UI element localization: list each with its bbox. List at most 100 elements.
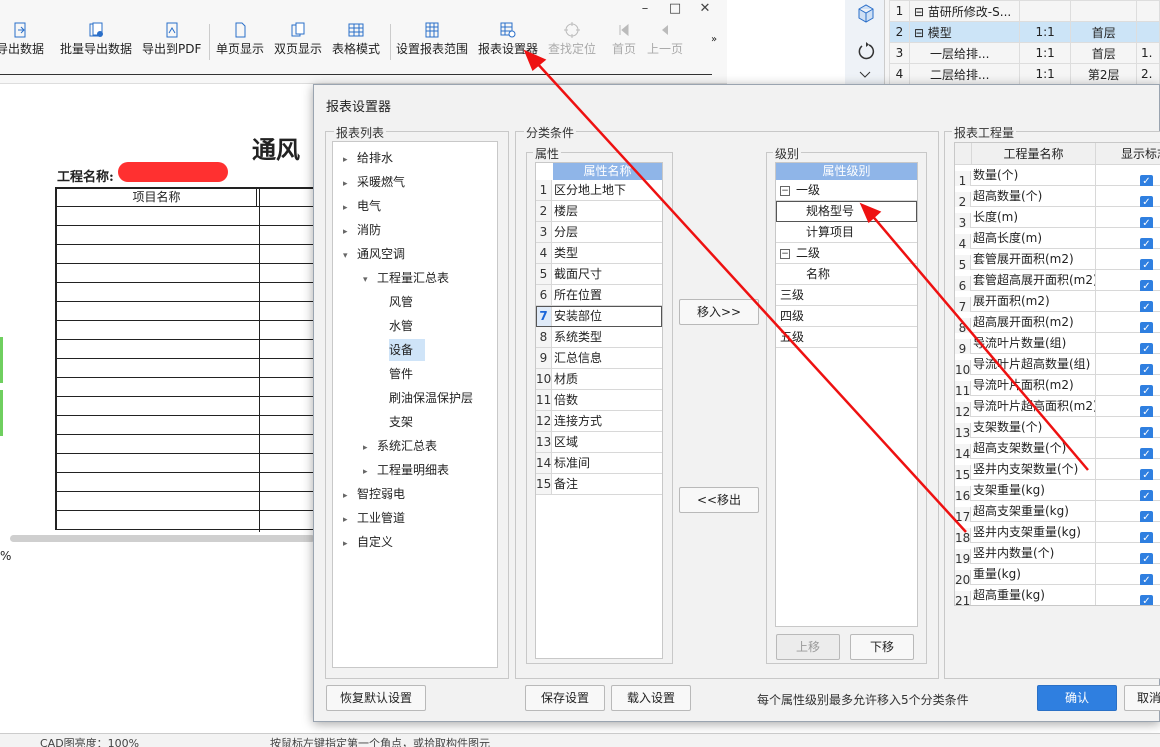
- quantity-row[interactable]: 3 长度(m) ✓: [955, 207, 1160, 233]
- quantity-row[interactable]: 1 数量(个) ✓: [955, 165, 1160, 191]
- quantity-row[interactable]: 20 重量(kg) ✓: [955, 564, 1160, 590]
- tree-item[interactable]: ▸ 工程量明细表: [363, 459, 449, 481]
- table-row[interactable]: 4 二层给排... 1:1 第2层 2.: [889, 63, 1160, 85]
- tree-item[interactable]: ▾ 工程量汇总表: [363, 267, 449, 289]
- tree-item[interactable]: ▸ 消防: [343, 219, 381, 241]
- quantity-row[interactable]: 9 导流叶片数量(组) ✓: [955, 333, 1160, 359]
- quantity-row[interactable]: 8 超高展开面积(m2) ✓: [955, 312, 1160, 338]
- report-settings-button[interactable]: 报表设置器: [478, 22, 538, 62]
- quantity-row[interactable]: 16 支架重量(kg) ✓: [955, 480, 1160, 506]
- attribute-row[interactable]: 1 区分地上地下: [536, 180, 662, 201]
- attribute-row[interactable]: 10 材质: [536, 369, 662, 390]
- table-row[interactable]: 2 ⊟ 模型 1:1 首层: [889, 21, 1160, 43]
- attribute-row[interactable]: 6 所在位置: [536, 285, 662, 306]
- quantity-row[interactable]: 19 竖井内数量(个) ✓: [955, 543, 1160, 569]
- quantity-row[interactable]: 18 竖井内支架重量(kg) ✓: [955, 522, 1160, 548]
- quantity-row[interactable]: 2 超高数量(个) ✓: [955, 186, 1160, 212]
- confirm-button[interactable]: 确认: [1037, 685, 1117, 711]
- tree-item[interactable]: 水管: [389, 315, 413, 337]
- cube-view-icon[interactable]: [856, 3, 876, 23]
- table-mode-button[interactable]: 表格模式: [332, 22, 380, 62]
- display-checkbox[interactable]: ✓: [1140, 595, 1153, 605]
- tree-item[interactable]: 刷油保温保护层: [389, 387, 473, 409]
- chevron-down-icon[interactable]: [859, 70, 871, 80]
- quantity-row[interactable]: 11 导流叶片面积(m2) ✓: [955, 375, 1160, 401]
- quantity-row[interactable]: 17 超高支架重量(kg) ✓: [955, 501, 1160, 527]
- tree-item[interactable]: 管件: [389, 363, 413, 385]
- tree-item[interactable]: ▸ 采暖燃气: [343, 171, 405, 193]
- locate-button[interactable]: 查找定位: [548, 22, 596, 62]
- attribute-row[interactable]: 9 汇总信息: [536, 348, 662, 369]
- level-row[interactable]: − 二级: [776, 243, 917, 264]
- level-row[interactable]: 名称: [776, 264, 917, 285]
- collapse-icon[interactable]: −: [780, 185, 790, 196]
- quantity-row[interactable]: 4 超高长度(m) ✓: [955, 228, 1160, 254]
- collapse-icon[interactable]: −: [780, 248, 790, 259]
- horizontal-scrollbar[interactable]: [10, 535, 315, 542]
- quantity-row[interactable]: 6 套管超高展开面积(m2) ✓: [955, 270, 1160, 296]
- chevron-right-icon[interactable]: ▸: [343, 149, 357, 171]
- chevron-right-icon[interactable]: ▸: [343, 509, 357, 531]
- attribute-row[interactable]: 4 类型: [536, 243, 662, 264]
- chevron-down-icon[interactable]: ▾: [343, 245, 357, 267]
- chevron-right-icon[interactable]: ▸: [363, 461, 377, 483]
- attribute-row[interactable]: 14 标准间: [536, 453, 662, 474]
- quantity-row[interactable]: 15 竖井内支架数量(个) ✓: [955, 459, 1160, 485]
- attribute-row[interactable]: 13 区域: [536, 432, 662, 453]
- move-up-button[interactable]: 上移: [776, 634, 840, 660]
- load-settings-button[interactable]: 载入设置: [611, 685, 691, 711]
- tree-item[interactable]: ▸ 电气: [343, 195, 381, 217]
- chevron-right-icon[interactable]: ▸: [363, 437, 377, 459]
- chevron-right-icon[interactable]: ▸: [343, 533, 357, 555]
- level-row[interactable]: 规格型号: [776, 201, 917, 222]
- quantity-row[interactable]: 12 导流叶片超高面积(m2) ✓: [955, 396, 1160, 422]
- level-row[interactable]: 三级: [776, 285, 917, 306]
- move-in-button[interactable]: 移入>>: [679, 299, 759, 325]
- export-pdf-button[interactable]: 导出到PDF: [142, 22, 201, 62]
- tree-item[interactable]: ▸ 智控弱电: [343, 483, 405, 505]
- chevron-right-icon[interactable]: ▸: [343, 485, 357, 507]
- tree-item[interactable]: ▸ 自定义: [343, 531, 393, 553]
- level-row[interactable]: − 一级: [776, 180, 917, 201]
- quantity-row[interactable]: 14 超高支架数量(个) ✓: [955, 438, 1160, 464]
- attribute-row[interactable]: 15 备注: [536, 474, 662, 495]
- first-page-button[interactable]: 首页: [612, 22, 636, 62]
- quantity-row[interactable]: 5 套管展开面积(m2) ✓: [955, 249, 1160, 275]
- attribute-row[interactable]: 3 分层: [536, 222, 662, 243]
- chevron-down-icon[interactable]: ▾: [363, 269, 377, 291]
- tree-item[interactable]: ▾ 通风空调: [343, 243, 405, 265]
- attribute-row[interactable]: 7 安装部位: [536, 306, 662, 327]
- tree-item[interactable]: ▸ 给排水: [343, 147, 393, 169]
- attribute-row[interactable]: 2 楼层: [536, 201, 662, 222]
- tree-item[interactable]: ▸ 工业管道: [343, 507, 405, 529]
- attribute-row[interactable]: 12 连接方式: [536, 411, 662, 432]
- level-row[interactable]: 计算项目: [776, 222, 917, 243]
- quantity-row[interactable]: 10 导流叶片超高数量(组) ✓: [955, 354, 1160, 380]
- export-data-button[interactable]: 导出数据: [0, 22, 44, 62]
- quantity-row[interactable]: 13 支架数量(个) ✓: [955, 417, 1160, 443]
- tree-item[interactable]: 支架: [389, 411, 413, 433]
- rotate-icon[interactable]: [856, 40, 876, 62]
- tree-item[interactable]: ▸ 系统汇总表: [363, 435, 437, 457]
- prev-page-button[interactable]: 上一页: [647, 22, 683, 62]
- level-row[interactable]: 五级: [776, 327, 917, 348]
- table-row[interactable]: 3 一层给排... 1:1 首层 1.: [889, 42, 1160, 64]
- batch-export-button[interactable]: 批量导出数据: [60, 22, 132, 62]
- toolbar-more-icon[interactable]: »: [711, 34, 717, 74]
- double-page-button[interactable]: 双页显示: [274, 22, 322, 62]
- move-out-button[interactable]: <<移出: [679, 487, 759, 513]
- chevron-right-icon[interactable]: ▸: [343, 197, 357, 219]
- cancel-button[interactable]: 取消: [1124, 685, 1160, 711]
- attribute-row[interactable]: 11 倍数: [536, 390, 662, 411]
- restore-defaults-button[interactable]: 恢复默认设置: [326, 685, 426, 711]
- report-range-button[interactable]: 设置报表范围: [396, 22, 468, 62]
- table-row[interactable]: 1 ⊟ 苗研所修改-S...: [889, 0, 1160, 22]
- level-row[interactable]: 四级: [776, 306, 917, 327]
- move-down-button[interactable]: 下移: [850, 634, 914, 660]
- minimize-icon[interactable]: –: [630, 0, 660, 18]
- tree-item[interactable]: 设备: [389, 339, 426, 361]
- quantity-row[interactable]: 21 超高重量(kg) ✓: [955, 585, 1160, 605]
- close-icon[interactable]: ✕: [690, 0, 720, 18]
- tree-item[interactable]: 风管: [389, 291, 413, 313]
- attribute-row[interactable]: 8 系统类型: [536, 327, 662, 348]
